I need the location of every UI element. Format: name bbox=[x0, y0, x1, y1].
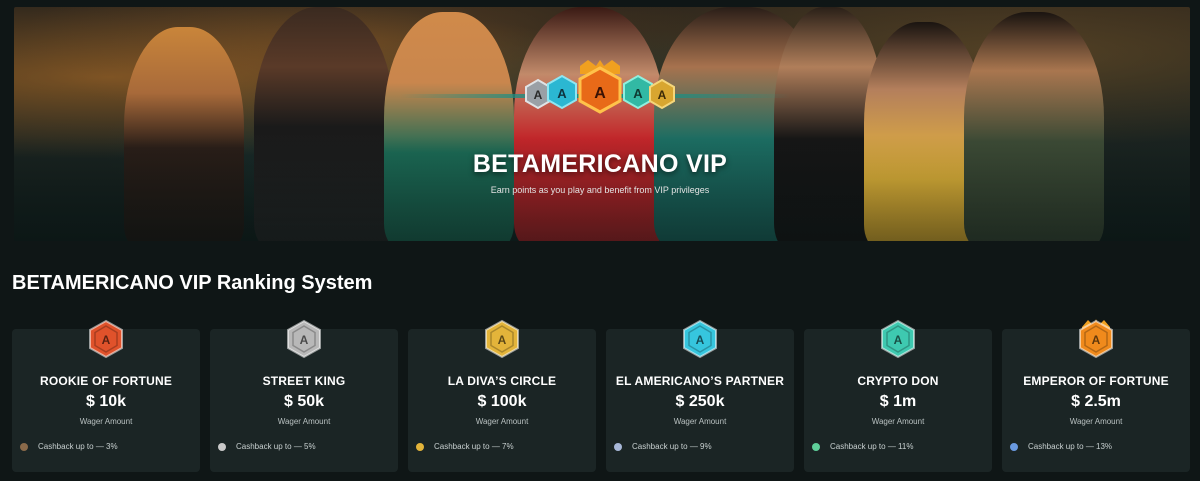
hero-badge-cluster: A A A A A bbox=[525, 60, 675, 114]
bullet-dot-icon bbox=[218, 442, 226, 451]
svg-text:A: A bbox=[633, 86, 643, 101]
tier-wager-amount: $ 250k bbox=[675, 393, 725, 410]
rookie-badge-icon: A bbox=[89, 319, 123, 359]
tier-name: ROOKIE OF FORTUNE bbox=[39, 374, 173, 388]
tier-cashback-text: Cashback up to — 5% bbox=[236, 442, 316, 451]
svg-text:A: A bbox=[300, 333, 309, 347]
tier-wager-label: Wager Amount bbox=[871, 417, 925, 426]
bullet-dot-icon bbox=[416, 442, 424, 451]
tier-cashback: Cashback up to — 13% bbox=[1010, 442, 1112, 451]
svg-text:A: A bbox=[696, 333, 705, 347]
vip-tier-card[interactable]: A LA DIVA’S CIRCLE $ 100k Wager Amount Cashb… bbox=[408, 319, 596, 472]
svg-text:A: A bbox=[894, 333, 903, 347]
tier-name: STREET KING bbox=[262, 374, 346, 388]
svg-text:A: A bbox=[102, 333, 111, 347]
emperor-badge-icon: A bbox=[1079, 319, 1113, 359]
tier-name: CRYPTO DON bbox=[857, 374, 939, 388]
hero-banner bbox=[14, 7, 1190, 241]
tier-cashback-text: Cashback up to — 11% bbox=[830, 442, 914, 451]
vip-tier-card[interactable]: A CRYPTO DON $ 1m Wager Amount Cashback up t… bbox=[804, 319, 992, 472]
svg-text:A: A bbox=[1092, 333, 1101, 347]
vip-tier-card[interactable]: A STREET KING $ 50k Wager Amount Cashback up… bbox=[210, 319, 398, 472]
bullet-dot-icon bbox=[614, 442, 622, 451]
tier-wager-amount: $ 1m bbox=[879, 393, 917, 410]
cyan-badge-icon: A bbox=[547, 74, 577, 110]
tier-cashback-text: Cashback up to — 13% bbox=[1028, 442, 1113, 451]
tier-name: EL AMERICANO’S PARTNER bbox=[615, 374, 785, 388]
svg-text:A: A bbox=[658, 88, 667, 102]
hero-shade bbox=[14, 7, 1190, 241]
tier-cashback-text: Cashback up to — 3% bbox=[38, 442, 118, 451]
svg-text:A: A bbox=[594, 85, 606, 102]
svg-text:A: A bbox=[534, 88, 543, 102]
tier-wager-label: Wager Amount bbox=[79, 417, 133, 426]
tier-wager-amount: $ 100k bbox=[477, 393, 527, 410]
teal-badge-icon: A bbox=[623, 74, 653, 110]
hero-subtitle: Earn points as you play and benefit from… bbox=[490, 185, 710, 195]
section-title: BETAMERICANO VIP Ranking System bbox=[12, 272, 373, 294]
vip-tier-card[interactable]: A ROOKIE OF FORTUNE $ 10k Wager Amount Cashb… bbox=[12, 319, 200, 472]
bullet-dot-icon bbox=[1010, 442, 1018, 451]
bullet-dot-icon bbox=[20, 442, 28, 451]
tier-cashback: Cashback up to — 5% bbox=[218, 442, 316, 451]
tier-name: EMPEROR OF FORTUNE bbox=[1023, 374, 1169, 388]
crypto-don-badge-icon: A bbox=[881, 319, 915, 359]
tier-cashback: Cashback up to — 9% bbox=[614, 442, 712, 451]
svg-text:A: A bbox=[557, 86, 567, 101]
tier-wager-amount: $ 50k bbox=[283, 393, 325, 410]
vip-tier-card[interactable]: A EL AMERICANO’S PARTNER $ 250k Wager Amoun… bbox=[606, 319, 794, 472]
tier-wager-label: Wager Amount bbox=[277, 417, 331, 426]
tier-wager-amount: $ 10k bbox=[85, 393, 127, 410]
tier-cashback: Cashback up to — 7% bbox=[416, 442, 514, 451]
tier-cashback-text: Cashback up to — 7% bbox=[434, 442, 514, 451]
tier-name: LA DIVA’S CIRCLE bbox=[447, 374, 557, 388]
tier-wager-amount: $ 2.5m bbox=[1071, 393, 1121, 410]
tier-wager-label: Wager Amount bbox=[673, 417, 727, 426]
partner-badge-icon: A bbox=[683, 319, 717, 359]
hero-title: BETAMERICANO VIP bbox=[472, 150, 728, 178]
tier-cashback-text: Cashback up to — 9% bbox=[632, 442, 712, 451]
orange-crown-badge-icon: A bbox=[578, 60, 622, 114]
gold-badge-icon: A bbox=[649, 78, 675, 110]
street-king-badge-icon: A bbox=[287, 319, 321, 359]
svg-text:A: A bbox=[498, 333, 507, 347]
tier-cashback: Cashback up to — 3% bbox=[20, 442, 118, 451]
bullet-dot-icon bbox=[812, 442, 820, 451]
tier-cashback: Cashback up to — 11% bbox=[812, 442, 913, 451]
vip-tier-card[interactable]: A EMPEROR OF FORTUNE $ 2.5m Wager Amount Cas… bbox=[1002, 319, 1190, 472]
tier-wager-label: Wager Amount bbox=[475, 417, 529, 426]
la-diva-badge-icon: A bbox=[485, 319, 519, 359]
tier-wager-label: Wager Amount bbox=[1069, 417, 1123, 426]
silver-badge-icon: A bbox=[525, 78, 551, 110]
